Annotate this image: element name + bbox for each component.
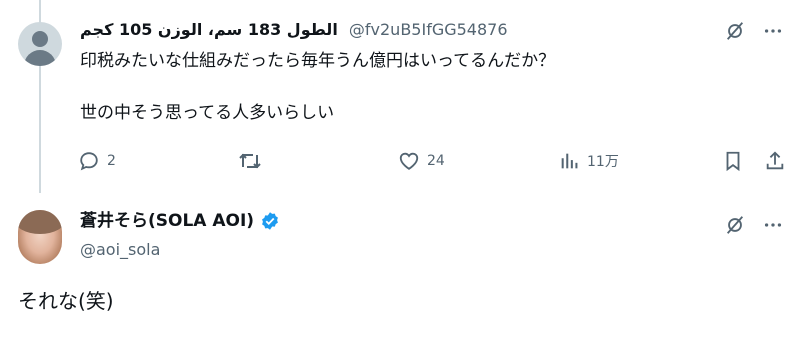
more-options-icon[interactable] — [760, 18, 786, 44]
like-count: 24 — [427, 153, 445, 169]
retweet-icon — [239, 153, 261, 169]
reply-handle[interactable]: @fv2uB5IfGG54876 — [349, 20, 508, 39]
avatar-hair — [18, 210, 62, 234]
grok-icon[interactable] — [722, 18, 748, 44]
main-author[interactable]: 蒼井そら(SOLA AOI) — [80, 210, 280, 232]
retweet-button[interactable] — [238, 150, 262, 172]
reply-author[interactable]: الطول 183 سم، الوزن 105 كجم @fv2uB5IfGG5… — [80, 20, 508, 40]
heart-icon — [399, 152, 419, 170]
default-avatar-body — [24, 50, 56, 66]
reply-text-line: 印税みたいな仕組みだったら毎年うん億円はいってるんだか？ — [80, 51, 556, 71]
reply-display-name[interactable]: الطول 183 سم، الوزن 105 كجم — [80, 20, 338, 39]
share-icon — [766, 151, 784, 170]
main-top-actions — [722, 212, 786, 238]
views-chart-icon — [561, 153, 578, 169]
reply-button[interactable]: 2 — [78, 150, 116, 172]
reply-top-actions — [722, 18, 786, 44]
bookmark-button[interactable] — [723, 150, 743, 172]
reply-text-line: 世の中そう思ってる人多いらしい — [80, 103, 335, 123]
main-display-name[interactable]: 蒼井そら(SOLA AOI) — [80, 210, 280, 232]
verified-badge-icon[interactable] — [260, 211, 280, 231]
main-post-text: それな(笑) — [18, 289, 114, 313]
reply-avatar[interactable] — [18, 22, 62, 66]
main-avatar[interactable] — [18, 210, 62, 264]
views-count: 11万 — [587, 154, 619, 170]
reply-count: 2 — [107, 153, 116, 169]
grok-icon[interactable] — [722, 212, 748, 238]
reply-text: 印税みたいな仕組みだったら毎年うん億円はいってるんだか？ 世の中そう思ってる人多… — [80, 48, 555, 126]
main-handle[interactable]: @aoi_sola — [80, 240, 160, 259]
comment-icon — [80, 152, 98, 171]
bookmark-icon — [726, 151, 740, 172]
reply-action-bar: 2 24 11万 — [78, 150, 788, 180]
share-button[interactable] — [764, 150, 786, 172]
default-avatar-head — [32, 31, 48, 47]
views-button[interactable]: 11万 — [558, 150, 619, 172]
more-options-icon[interactable] — [760, 212, 786, 238]
like-button[interactable]: 24 — [398, 150, 445, 172]
main-display-name-text: 蒼井そら(SOLA AOI) — [80, 211, 255, 231]
